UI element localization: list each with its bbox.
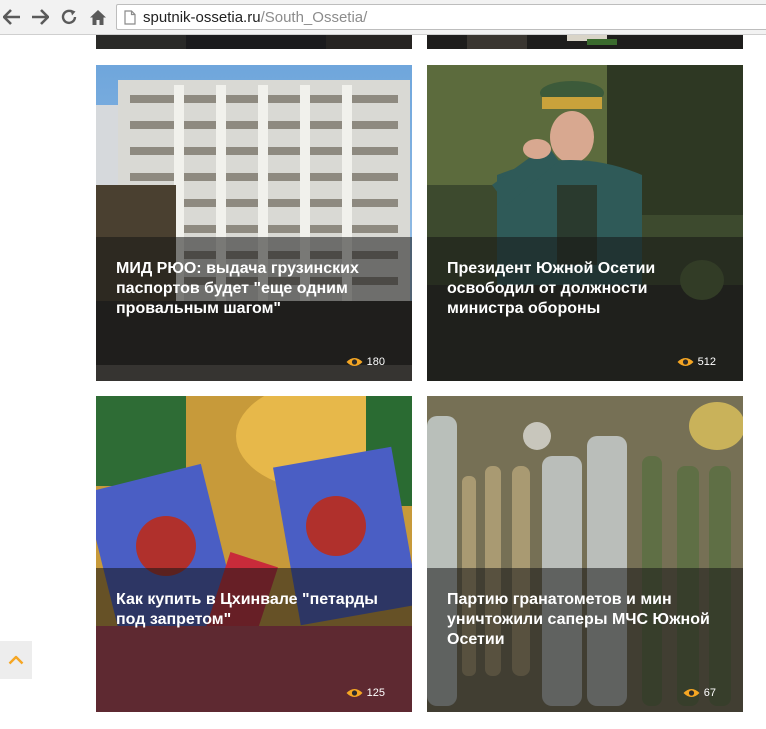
home-icon [90, 9, 106, 25]
view-count: 67 [683, 687, 716, 699]
url-host: sputnik-ossetia.ru [143, 9, 261, 26]
view-count-value: 512 [697, 356, 716, 368]
news-card[interactable]: Партию гранатометов и мин уничтожили сап… [427, 396, 743, 712]
back-button[interactable] [1, 6, 23, 28]
news-card[interactable]: МИД РЮО: выдача грузинских паспортов буд… [96, 65, 412, 381]
card-overlay: Партию гранатометов и мин уничтожили сап… [427, 568, 743, 712]
news-card[interactable]: Президент Южной Осетии освободил от долж… [427, 65, 743, 381]
page-icon [124, 10, 136, 25]
view-count-value: 180 [366, 356, 385, 368]
view-count-value: 125 [366, 687, 385, 699]
news-title: МИД РЮО: выдача грузинских паспортов буд… [116, 260, 359, 317]
page-content: МИД РЮО: выдача грузинских паспортов буд… [0, 35, 766, 729]
eye-icon [683, 689, 700, 697]
scroll-to-top-button[interactable] [0, 641, 32, 679]
forward-button[interactable] [29, 6, 51, 28]
address-bar[interactable]: sputnik-ossetia.ru/South_Ossetia/ [116, 4, 766, 30]
card-overlay: МИД РЮО: выдача грузинских паспортов буд… [96, 237, 412, 381]
eye-icon [346, 358, 363, 366]
card-overlay: Как купить в Цхинвале "петарды под запре… [96, 568, 412, 712]
reload-button[interactable] [58, 6, 80, 28]
back-arrow-icon [3, 9, 20, 25]
view-count: 512 [677, 356, 716, 368]
url-text: sputnik-ossetia.ru/South_Ossetia/ [143, 9, 367, 26]
news-card[interactable]: Как купить в Цхинвале "петарды под запре… [96, 396, 412, 712]
news-title: Партию гранатометов и мин уничтожили сап… [447, 591, 710, 648]
chevron-up-icon [8, 655, 24, 665]
view-count: 180 [346, 356, 385, 368]
browser-toolbar: sputnik-ossetia.ru/South_Ossetia/ [0, 0, 766, 35]
forward-arrow-icon [32, 9, 49, 25]
news-image [96, 35, 412, 49]
eye-icon [677, 358, 694, 366]
home-button[interactable] [87, 6, 109, 28]
view-count-value: 67 [703, 687, 716, 699]
news-card-partial-right[interactable] [427, 35, 743, 49]
url-path: /South_Ossetia/ [260, 9, 368, 26]
reload-icon [61, 9, 77, 25]
card-overlay: Президент Южной Осетии освободил от долж… [427, 237, 743, 381]
news-card-partial-left[interactable] [96, 35, 412, 49]
view-count: 125 [346, 687, 385, 699]
news-title: Президент Южной Осетии освободил от долж… [447, 260, 656, 317]
news-title: Как купить в Цхинвале "петарды под запре… [116, 591, 378, 628]
eye-icon [346, 689, 363, 697]
news-image [427, 35, 743, 49]
